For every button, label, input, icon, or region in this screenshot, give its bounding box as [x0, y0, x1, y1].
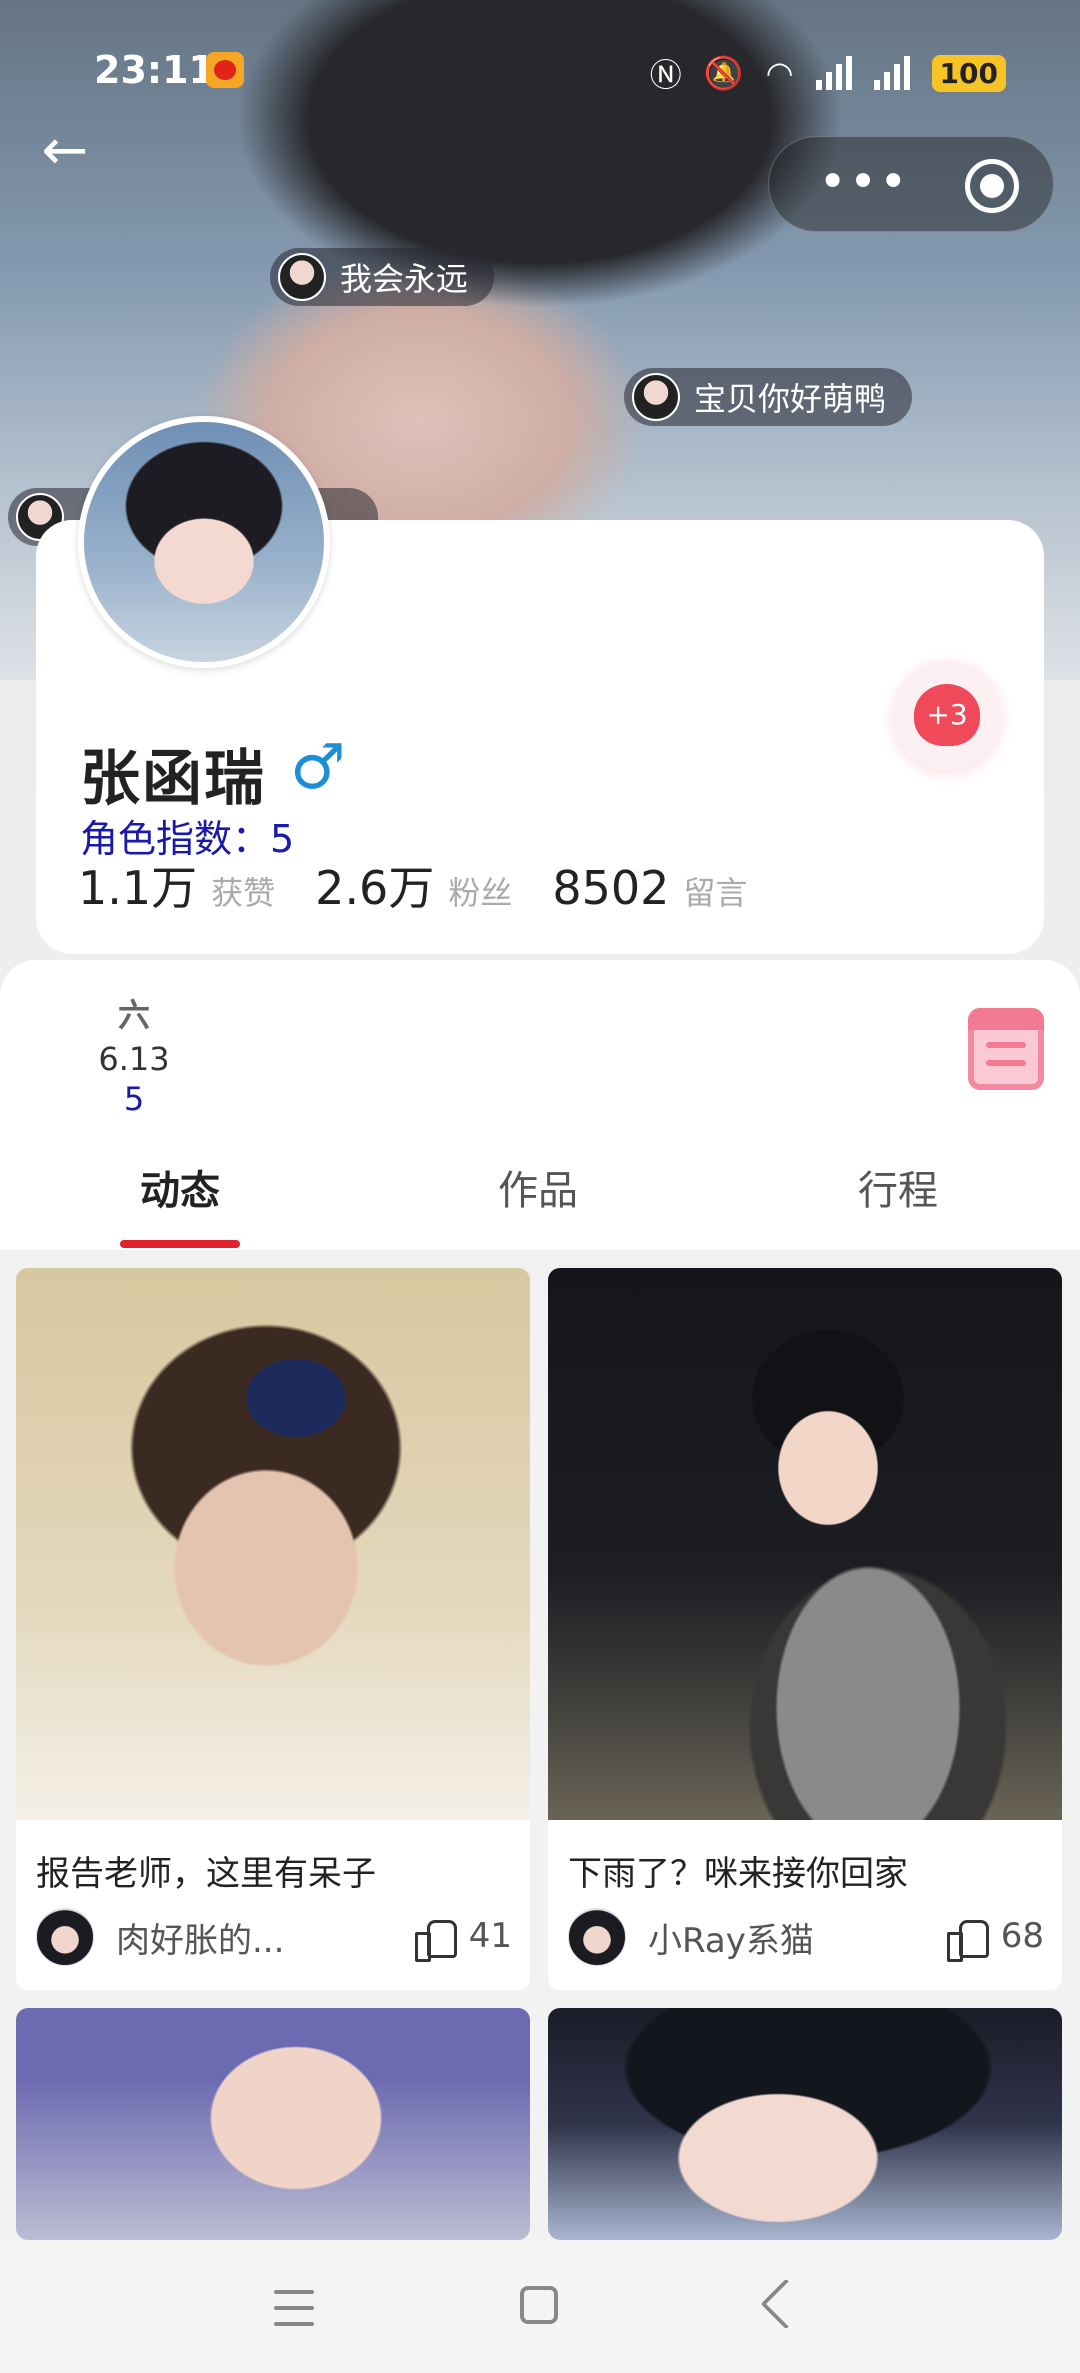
- thumb-up-icon: [414, 1916, 457, 1962]
- feed-title: 报告老师，这里有呆子: [36, 1854, 376, 1894]
- likes-label: 获赞: [211, 874, 276, 912]
- messages-count: 8502: [552, 861, 670, 915]
- feed-title: 下雨了？咪来接你回家: [568, 1854, 908, 1894]
- likes-count: 1.1万: [78, 861, 198, 915]
- danmu-text: 宝贝你好萌鸭: [694, 380, 887, 418]
- heart-icon: +3: [914, 684, 980, 746]
- feed-author[interactable]: 小Ray系猫: [568, 1908, 814, 1966]
- profile-avatar[interactable]: [78, 416, 330, 668]
- fans-label: 粉丝: [448, 874, 513, 912]
- thumb-up-icon: [946, 1916, 989, 1962]
- mini-program-capsule: •••: [768, 136, 1054, 232]
- status-time: 23:11: [94, 48, 215, 92]
- author-name: 肉好胀的...: [116, 1920, 285, 1961]
- date: 6.13: [98, 1040, 170, 1078]
- active-tab-indicator: [120, 1240, 240, 1248]
- danmu-bubble[interactable]: 宝贝你好萌鸭: [624, 368, 913, 426]
- signal-icon: [815, 56, 852, 90]
- battery-indicator: 100: [931, 54, 1006, 92]
- mute-bell-icon: 🔕: [703, 54, 744, 92]
- more-icon[interactable]: •••: [809, 158, 919, 206]
- day-count: 5: [123, 1080, 145, 1118]
- like-count: 68: [1000, 1916, 1044, 1956]
- author-avatar: [568, 1908, 626, 1966]
- feed-card[interactable]: 下雨了？咪来接你回家 小Ray系猫 68: [548, 1268, 1062, 1990]
- feed-image: [16, 2008, 530, 2240]
- danmu-bubble[interactable]: 我会永远: [270, 248, 495, 306]
- calendar-day[interactable]: 六 6.13 5: [98, 990, 169, 1118]
- author-name: 小Ray系猫: [648, 1920, 814, 1961]
- feed-card[interactable]: 报告老师，这里有呆子 肉好胀的... 41: [16, 1268, 530, 1990]
- back-triangle-icon[interactable]: [762, 2284, 802, 2324]
- status-bar: 23:11 Ⓝ 🔕 ◠ 100: [0, 0, 1080, 140]
- capsule-divider: [919, 163, 921, 207]
- feed-image: [548, 2008, 1062, 2240]
- close-target-icon[interactable]: [965, 159, 1019, 213]
- feed-card[interactable]: [16, 2008, 530, 2240]
- like-button[interactable]: 41: [414, 1916, 512, 1962]
- tab-works[interactable]: 作品: [498, 1158, 578, 1216]
- profile-stats: 1.1万 获赞 2.6万 粉丝 8502 留言: [78, 852, 787, 918]
- fans-count: 2.6万: [315, 861, 435, 915]
- profile-name: 张函瑞: [80, 744, 266, 814]
- feed-author[interactable]: 肉好胀的...: [36, 1908, 284, 1966]
- weekday: 六: [117, 996, 150, 1034]
- tab-schedule[interactable]: 行程: [858, 1158, 938, 1216]
- like-count: 41: [468, 1916, 512, 1956]
- like-button[interactable]: 68: [946, 1916, 1044, 1962]
- heart-badge-button[interactable]: +3: [892, 660, 1002, 770]
- gender-male-icon: ♂: [290, 730, 346, 803]
- messages-label: 留言: [683, 874, 748, 912]
- back-arrow-icon[interactable]: ←: [32, 118, 98, 184]
- signal-5g-icon: [873, 56, 910, 90]
- home-icon[interactable]: [520, 2286, 558, 2324]
- nfc-icon: Ⓝ: [649, 56, 682, 94]
- recent-apps-icon[interactable]: [274, 2290, 314, 2326]
- author-avatar: [36, 1908, 94, 1966]
- tab-bar: 动态 作品 行程: [0, 1140, 1080, 1250]
- wifi-icon: ◠: [765, 54, 794, 92]
- tab-dynamics[interactable]: 动态: [140, 1158, 220, 1216]
- danmu-text: 我会永远: [340, 260, 469, 298]
- weibo-app-icon: [206, 52, 244, 88]
- calendar-icon[interactable]: [968, 1008, 1044, 1090]
- feed-card[interactable]: [548, 2008, 1062, 2240]
- danmu-avatar: [632, 373, 680, 421]
- danmu-avatar: [278, 253, 326, 301]
- feed-image: [548, 1268, 1062, 1820]
- status-icons: Ⓝ 🔕 ◠ 100: [650, 50, 1006, 96]
- feed-image: [16, 1268, 530, 1820]
- system-nav-bar: [0, 2240, 1080, 2373]
